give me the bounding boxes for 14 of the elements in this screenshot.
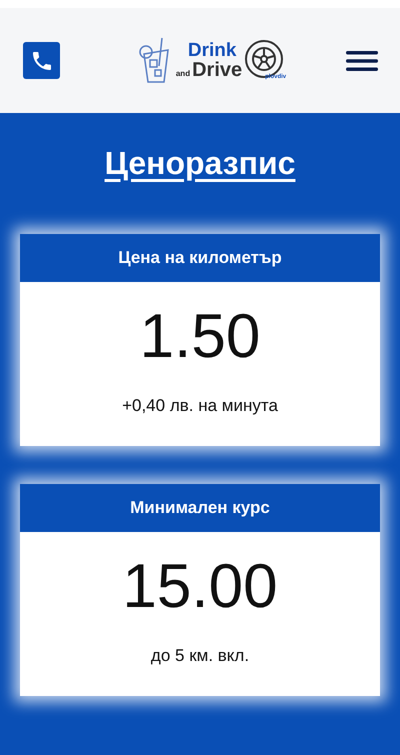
logo-text: Drive <box>192 60 242 80</box>
menu-icon <box>346 50 378 72</box>
menu-button[interactable] <box>346 50 378 72</box>
page-title: Ценоразпис <box>104 145 296 182</box>
wheel-icon <box>244 38 284 78</box>
card-heading: Минимален курс <box>20 484 380 532</box>
phone-button[interactable] <box>23 42 60 79</box>
price-value: 15.00 <box>122 556 278 618</box>
logo-text: and <box>176 70 190 78</box>
logo-text: Drink <box>188 41 238 60</box>
price-value: 1.50 <box>140 306 260 368</box>
price-note: до 5 км. вкл. <box>150 646 250 666</box>
card-heading: Цена на километър <box>20 234 380 282</box>
price-note: +0,40 лв. на минута <box>122 396 278 416</box>
